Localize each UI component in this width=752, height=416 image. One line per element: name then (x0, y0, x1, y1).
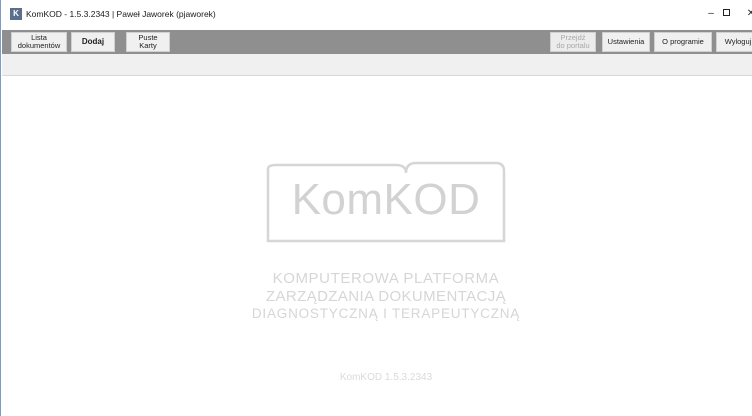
main-toolbar: Lista dokumentów Dodaj Puste Karty Przej… (2, 30, 752, 54)
tagline-line1: KOMPUTEROWA PLATFORMA (272, 270, 500, 287)
close-button[interactable]: ✕ (739, 6, 752, 22)
tagline-line2: ZARZĄDZANIA DOKUMENTACJĄ (265, 288, 507, 305)
splash-logo: KomKOD (266, 161, 506, 243)
title-bar[interactable]: K KomKOD - 1.5.3.2343 | Paweł Jaworek (p… (1, 0, 752, 30)
blank-cards-button[interactable]: Puste Karty (126, 32, 170, 52)
version-label: KomKOD 1.5.3.2343 (339, 372, 433, 383)
maximize-button[interactable] (714, 6, 738, 22)
document-list-button[interactable]: Lista dokumentów (11, 32, 67, 52)
tagline-line3: DIAGNOSTYCZNĄ I TERAPEUTYCZNĄ (251, 306, 521, 321)
content-area (2, 77, 752, 416)
about-button[interactable]: O programie (654, 32, 712, 52)
window-title: KomKOD - 1.5.3.2343 | Paweł Jaworek (pja… (26, 9, 216, 19)
logo-text: KomKOD (291, 175, 481, 224)
maximize-icon (722, 8, 730, 16)
secondary-bar (2, 54, 752, 76)
settings-button[interactable]: Ustawienia (602, 32, 650, 52)
app-logo-icon: K (10, 8, 22, 20)
add-button[interactable]: Dodaj (71, 32, 115, 52)
document-list-label-line2: dokumentów (17, 41, 61, 50)
logout-button[interactable]: Wyloguj (716, 32, 752, 52)
blank-cards-label-line2: Karty (139, 41, 157, 50)
go-to-portal-button[interactable]: Przejdź do portalu (550, 32, 596, 52)
go-to-portal-label-line2: do portalu (556, 41, 590, 50)
app-window: K KomKOD - 1.5.3.2343 | Paweł Jaworek (p… (0, 0, 752, 416)
